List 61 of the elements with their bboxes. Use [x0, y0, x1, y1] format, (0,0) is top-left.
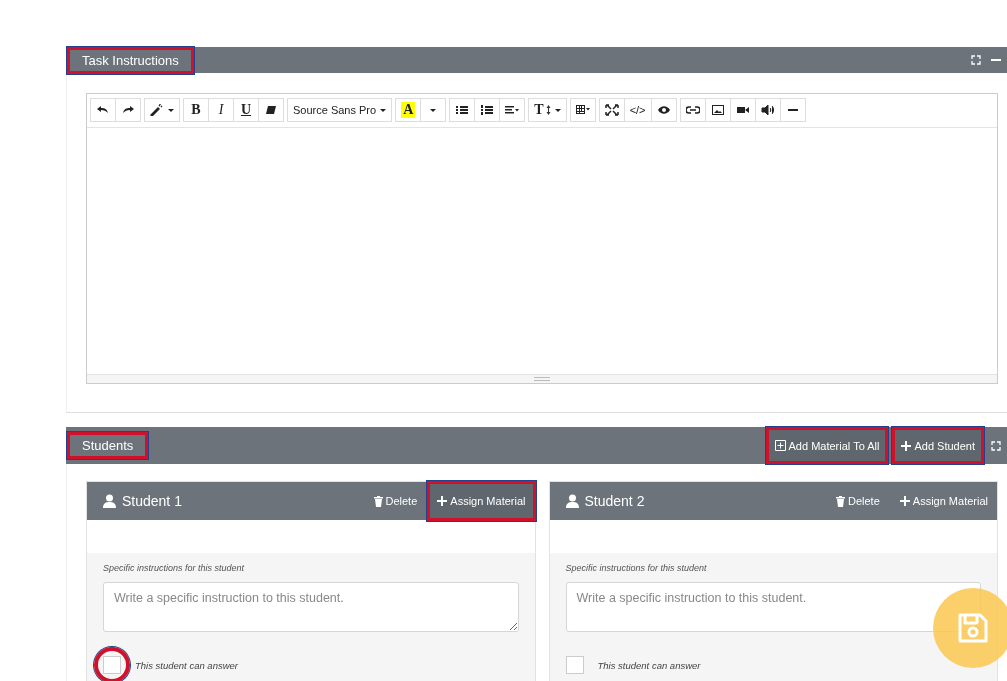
user-icon	[103, 494, 116, 508]
magic-wand-icon	[150, 104, 164, 116]
undo-icon	[96, 104, 110, 116]
expand-icon[interactable]	[991, 440, 1001, 451]
plus-icon	[901, 440, 912, 451]
align-icon	[505, 104, 520, 116]
user-icon	[565, 494, 579, 508]
video-camera-icon	[735, 104, 750, 116]
resize-handle-icon[interactable]	[534, 377, 550, 381]
fullscreen-icon	[604, 104, 619, 116]
eraser-button[interactable]	[258, 98, 284, 122]
expand-icon[interactable]	[971, 55, 981, 65]
undo-button[interactable]	[90, 98, 116, 122]
eye-icon	[656, 104, 671, 116]
field-label: Specific instructions for this student	[103, 563, 245, 573]
checkbox-label: This student can answer	[135, 659, 238, 671]
link-icon	[685, 104, 700, 116]
image-icon	[710, 104, 725, 116]
align-button[interactable]	[499, 98, 526, 122]
delete-button[interactable]: Delete	[366, 484, 425, 518]
magic-button[interactable]	[144, 98, 180, 122]
field-label: Specific instructions for this student	[565, 563, 707, 573]
redo-icon	[121, 104, 135, 116]
bulleted-list-icon	[455, 104, 470, 116]
italic-button[interactable]: I	[208, 98, 234, 122]
rich-text-editor[interactable]: B I U Source Sans Pro A T </>	[86, 93, 998, 384]
font-button[interactable]: Source Sans Pro	[287, 98, 393, 122]
eye-button[interactable]	[650, 98, 677, 122]
plus-icon	[899, 496, 910, 506]
speaker-icon	[760, 104, 775, 116]
assign-material-button[interactable]: Assign Material	[892, 484, 995, 518]
trash-icon	[836, 495, 845, 507]
hr-button[interactable]	[779, 98, 806, 122]
video-button[interactable]	[729, 98, 756, 122]
checkbox[interactable]	[103, 656, 121, 674]
up-down-arrow-icon	[545, 105, 551, 115]
fullscreen-button[interactable]	[598, 98, 625, 122]
instruction-field[interactable]: Write a specific instruction to this student.	[565, 582, 981, 632]
delete-button[interactable]: Delete	[829, 484, 887, 518]
code-button[interactable]: </>	[623, 98, 652, 122]
ol-button[interactable]	[474, 98, 501, 122]
instruction-field[interactable]: Write a specific instruction to this student.	[103, 582, 519, 632]
table-icon	[575, 104, 590, 116]
color-button[interactable]: A	[395, 98, 422, 122]
redo-button[interactable]	[115, 98, 141, 122]
plus-icon	[437, 496, 448, 506]
student-name: Student 1	[122, 493, 182, 509]
ul-button[interactable]	[449, 98, 476, 122]
student-name: Student 2	[584, 493, 645, 509]
table-button[interactable]	[569, 98, 596, 122]
checkbox-label: This student can answer	[597, 659, 701, 671]
numbered-list-icon	[480, 104, 495, 116]
eraser-icon	[264, 104, 278, 116]
checkbox[interactable]	[565, 656, 584, 674]
link-button[interactable]	[679, 98, 706, 122]
size-button[interactable]: T	[528, 98, 567, 122]
sound-button[interactable]	[754, 98, 781, 122]
image-button[interactable]	[704, 98, 731, 122]
trash-icon	[373, 495, 383, 507]
bold-button[interactable]: B	[183, 98, 209, 122]
underline-button[interactable]: U	[233, 98, 259, 122]
